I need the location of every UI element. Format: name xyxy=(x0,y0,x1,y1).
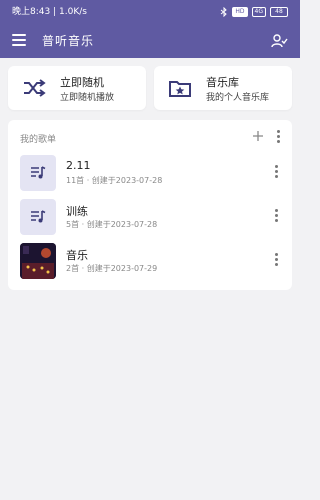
network-speed: 1.0K/s xyxy=(59,7,87,17)
status-left: 晚上8:43 | 1.0K/s xyxy=(12,0,87,24)
status-bar: 晚上8:43 | 1.0K/s HD 4G 48 xyxy=(0,0,300,24)
library-card[interactable]: 音乐库 我的个人音乐库 xyxy=(154,66,292,110)
more-icon[interactable] xyxy=(276,130,280,144)
playlist-title: 2.11 xyxy=(66,159,91,172)
more-icon[interactable] xyxy=(274,209,278,223)
status-time: 晚上8:43 xyxy=(12,7,51,17)
playlist-icon xyxy=(20,199,56,235)
library-icon xyxy=(169,81,191,97)
list-item[interactable]: 训练 5首 · 创建于2023-07-28 xyxy=(8,197,292,237)
cover-image xyxy=(20,243,56,279)
playlist-meta: 2首 · 创建于2023-07-29 xyxy=(66,264,158,273)
menu-icon[interactable] xyxy=(12,34,26,46)
list-item[interactable]: 2.11 11首 · 创建于2023-07-28 xyxy=(8,153,292,193)
more-icon[interactable] xyxy=(274,165,278,179)
playlists-heading: 我的歌单 xyxy=(20,135,57,145)
app-title: 普听音乐 xyxy=(42,34,95,48)
playlists-section: 我的歌单 2.11 11首 · 创建于2023-07-28 训练 5首 · 创建… xyxy=(8,120,292,290)
more-icon[interactable] xyxy=(274,253,278,267)
signal-badge: 4G xyxy=(251,7,266,17)
library-card-subtitle: 我的个人音乐库 xyxy=(206,93,270,103)
bluetooth-icon xyxy=(221,7,228,17)
hd-badge: HD xyxy=(232,7,248,17)
playlist-title: 训练 xyxy=(66,205,88,218)
playlist-meta: 11首 · 创建于2023-07-28 xyxy=(66,176,163,185)
library-card-title: 音乐库 xyxy=(206,76,239,89)
shuffle-icon xyxy=(24,79,46,97)
playlist-meta: 5首 · 创建于2023-07-28 xyxy=(66,220,158,229)
playlist-icon xyxy=(20,155,56,191)
shuffle-card[interactable]: 立即随机 立即随机播放 xyxy=(8,66,146,110)
app-header: 晚上8:43 | 1.0K/s HD 4G 48 普听音乐 xyxy=(0,0,300,58)
shuffle-card-subtitle: 立即随机播放 xyxy=(60,93,115,103)
shuffle-card-title: 立即随机 xyxy=(60,76,104,89)
list-item[interactable]: 音乐 2首 · 创建于2023-07-29 xyxy=(8,241,292,281)
playlist-title: 音乐 xyxy=(66,249,88,262)
status-right: HD 4G 48 xyxy=(220,0,288,24)
recognize-icon[interactable] xyxy=(270,32,288,50)
add-icon[interactable] xyxy=(252,130,264,142)
toolbar: 普听音乐 xyxy=(0,24,300,58)
battery-indicator: 48 xyxy=(270,7,288,17)
